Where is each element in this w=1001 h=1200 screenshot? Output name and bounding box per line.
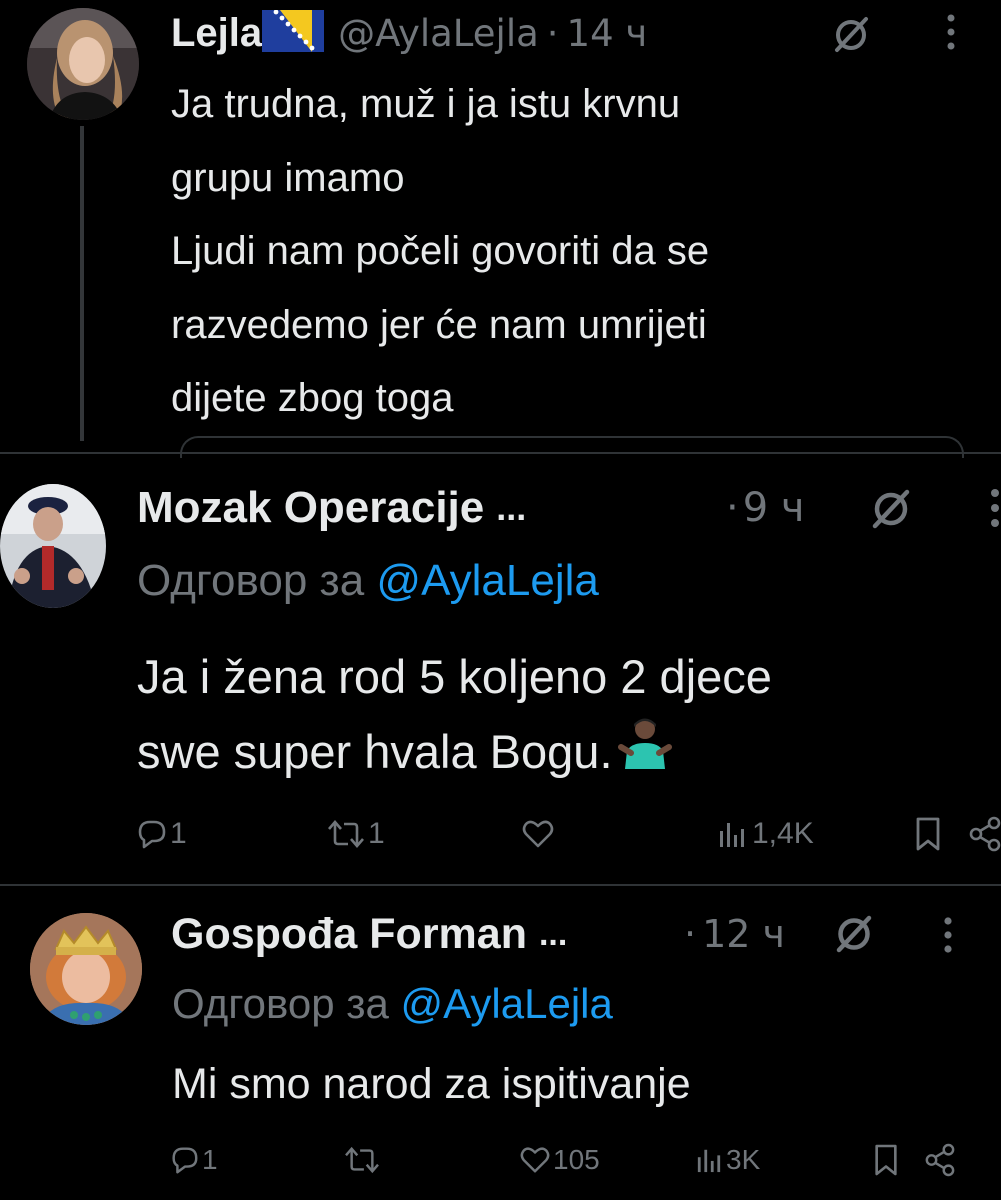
display-name[interactable]: Gospođa Forman: [171, 910, 527, 959]
separator: ·: [726, 485, 739, 531]
tweet-line: Ja i žena rod 5 koljeno 2 djece: [137, 650, 772, 703]
more-options-icon[interactable]: [944, 12, 958, 56]
grok-icon[interactable]: [832, 912, 876, 960]
avatar[interactable]: [30, 913, 142, 1025]
tweet-line: grupu imamo: [171, 155, 405, 200]
tweet-text: Mi smo narod za ispitivanje: [172, 1054, 691, 1114]
reply-context: Одговор за @AylaLejla: [172, 980, 613, 1028]
timestamp[interactable]: 9 ч: [743, 485, 805, 531]
reply-context: Одговор за @AylaLejla: [137, 556, 599, 606]
tweet-line: swe super hvala Bogu.: [137, 724, 613, 778]
more-options-icon[interactable]: [988, 486, 1001, 534]
share-icon[interactable]: [924, 1143, 955, 1181]
timestamp[interactable]: 14 ч: [567, 12, 648, 55]
timestamp[interactable]: 12 ч: [702, 912, 785, 956]
reply-button[interactable]: 1: [168, 1142, 218, 1178]
display-name[interactable]: Mozak Operacije: [137, 483, 484, 533]
tweet-line: dijete zbog toga: [171, 376, 454, 420]
repost-button[interactable]: 1: [326, 814, 385, 854]
bosnia-flag-icon: [262, 9, 325, 56]
bookmark-icon[interactable]: [913, 816, 943, 856]
reply-prefix: Одговор за: [137, 556, 365, 605]
like-count: 105: [553, 1144, 600, 1175]
quoted-card-edge: [180, 436, 964, 458]
separator: ·: [684, 912, 697, 956]
views-button[interactable]: 3K: [696, 1142, 760, 1178]
reply-prefix: Одговор за: [172, 980, 389, 1027]
grok-icon[interactable]: [830, 14, 872, 60]
repost-icon: [343, 1144, 381, 1176]
views-icon: [696, 1146, 722, 1174]
repost-icon: [326, 817, 366, 851]
display-name[interactable]: Lejla: [171, 11, 262, 56]
thread-line: [80, 126, 84, 441]
reply-icon: [134, 817, 168, 851]
views-count: 3K: [726, 1144, 761, 1175]
tweet-text: Ja trudna, muž i ja istu krvnu grupu ima…: [171, 68, 709, 436]
share-icon[interactable]: [968, 816, 1001, 856]
reply-count: 1: [202, 1144, 218, 1175]
views-count: 1,4K: [752, 817, 814, 850]
divider: [0, 452, 1001, 454]
person-shrugging-emoji: [617, 713, 673, 789]
tweet-line: Mi smo narod za ispitivanje: [172, 1060, 691, 1108]
reply-button[interactable]: 1: [134, 814, 187, 854]
views-button[interactable]: 1,4K: [718, 814, 814, 854]
tweet-line: Ja trudna, muž i ja istu krvnu: [171, 82, 681, 126]
avatar[interactable]: [27, 8, 139, 120]
name-ellipsis: ...: [496, 487, 527, 528]
like-button[interactable]: [521, 814, 555, 854]
repost-count: 1: [368, 817, 385, 850]
avatar[interactable]: [0, 484, 106, 608]
reply-icon: [168, 1144, 200, 1176]
reply-mention-link[interactable]: @AylaLejla: [376, 556, 598, 605]
reply-mention-link[interactable]: @AylaLejla: [401, 980, 613, 1027]
grok-icon[interactable]: [868, 486, 914, 536]
like-button[interactable]: 105: [519, 1142, 600, 1178]
handle[interactable]: @AylaLejla: [338, 12, 539, 55]
separator: ·: [546, 11, 559, 55]
repost-button[interactable]: [343, 1142, 381, 1178]
tweet-line: Ljudi nam počeli govoriti da se: [171, 229, 710, 273]
heart-icon: [521, 817, 555, 851]
tweet-text: Ja i žena rod 5 koljeno 2 djece swe supe…: [137, 640, 772, 789]
reply-count: 1: [170, 817, 187, 850]
tweet-line: razvedemo jer će nam umrijeti: [171, 302, 707, 347]
heart-icon: [519, 1144, 551, 1176]
more-options-icon[interactable]: [941, 914, 955, 960]
views-icon: [718, 819, 746, 849]
name-ellipsis: ...: [538, 914, 568, 953]
bookmark-icon[interactable]: [872, 1143, 900, 1181]
divider: [0, 884, 1001, 886]
